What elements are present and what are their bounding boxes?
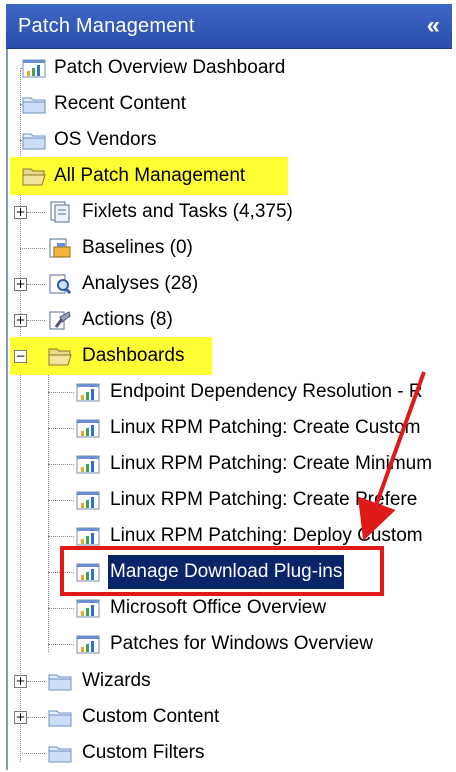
annotation-arrow-icon [357, 371, 426, 541]
